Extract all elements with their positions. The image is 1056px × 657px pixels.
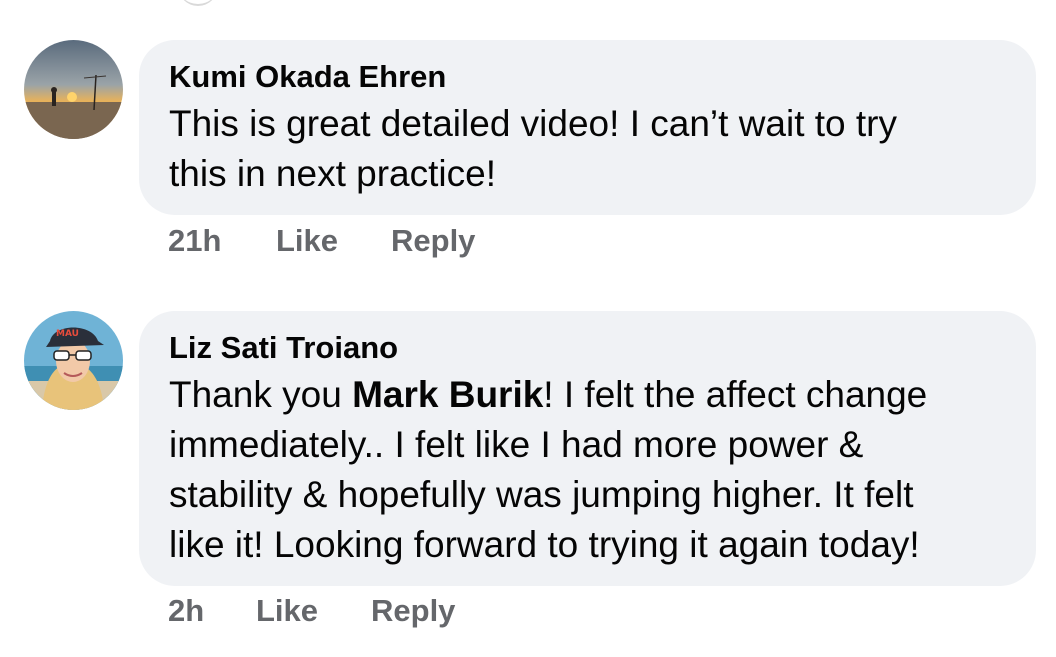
reply-button[interactable]: Reply [391, 221, 475, 261]
svg-text:MAU: MAU [56, 329, 79, 339]
previous-avatar-edge [178, 0, 218, 6]
comment-text: This is great detailed video! I can’t wa… [169, 99, 1006, 199]
woman-cap-avatar-image: MAU [24, 311, 123, 410]
avatar[interactable]: MAU [24, 311, 123, 410]
mention-link[interactable]: Mark Burik [352, 374, 543, 415]
comment-text-line: stability & hopefully was jumping higher… [169, 474, 914, 515]
comment-text-line: like it! Looking forward to trying it ag… [169, 524, 920, 565]
like-button[interactable]: Like [256, 591, 318, 631]
comment-text-line: this in next practice! [169, 153, 496, 194]
comment-author[interactable]: Kumi Okada Ehren [169, 58, 1006, 96]
comment-bubble: Liz Sati Troiano Thank you Mark Burik! I… [139, 311, 1036, 586]
comment-text-line: This is great detailed video! I can’t wa… [169, 103, 898, 144]
comment-timestamp[interactable]: 2h [168, 591, 204, 631]
comment-timestamp[interactable]: 21h [168, 221, 221, 261]
comment-text: Thank you Mark Burik! I felt the affect … [169, 370, 1006, 570]
comment-text-prefix: Thank you [169, 374, 353, 415]
comment-text-line: Thank you Mark Burik! I felt the affect … [169, 370, 1006, 420]
sunset-beach-avatar-image [24, 40, 123, 139]
comment-author[interactable]: Liz Sati Troiano [169, 329, 1006, 367]
avatar[interactable] [24, 40, 123, 139]
comment-text-rest: ! I felt the affect change [543, 374, 928, 415]
comment-text-line: immediately.. I felt like I had more pow… [169, 424, 864, 465]
reply-button[interactable]: Reply [371, 591, 455, 631]
like-button[interactable]: Like [276, 221, 338, 261]
comment-bubble: Kumi Okada Ehren This is great detailed … [139, 40, 1036, 215]
